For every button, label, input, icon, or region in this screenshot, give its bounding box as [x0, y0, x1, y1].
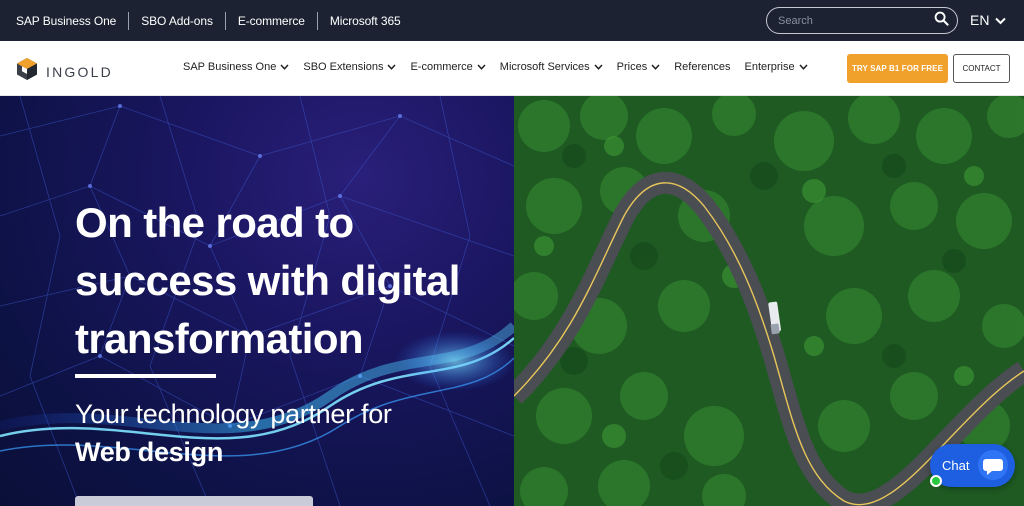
search-input[interactable]: Search: [766, 7, 958, 34]
menu-item-ecommerce[interactable]: E-commerce: [410, 61, 486, 73]
top-divider: [128, 11, 130, 30]
chevron-down-icon: [477, 64, 486, 70]
menu-item-sap-business-one[interactable]: SAP Business One: [183, 61, 289, 73]
toplink-microsoft-365[interactable]: Microsoft 365: [330, 14, 401, 28]
menu-item-label: E-commerce: [410, 61, 473, 73]
menu-item-label: Microsoft Services: [499, 61, 590, 73]
top-utility-bar: SAP Business One SBO Add-ons E-commerce …: [0, 0, 1024, 41]
top-divider: [224, 11, 226, 30]
chevron-down-icon: [651, 64, 660, 70]
headline-divider: [75, 374, 216, 378]
toplink-sap-business-one[interactable]: SAP Business One: [16, 14, 116, 28]
chat-widget-button[interactable]: Chat: [930, 444, 1015, 487]
menu-item-microsoft-services[interactable]: Microsoft Services: [500, 61, 603, 73]
menu-item-label: References: [674, 61, 731, 73]
search-placeholder: Search: [778, 14, 813, 27]
top-links: SAP Business One SBO Add-ons E-commerce …: [0, 0, 401, 41]
hero-headline: On the road to success with digital tran…: [75, 199, 460, 362]
chevron-down-icon: [280, 64, 289, 70]
menu-item-prices[interactable]: Prices: [617, 61, 661, 73]
chevron-down-icon: [387, 64, 397, 70]
language-label: EN: [970, 12, 990, 28]
language-selector[interactable]: EN: [970, 12, 1007, 28]
main-navigation: INGOLD SAP Business One SBO Extensions E…: [0, 41, 1024, 96]
toplink-ecommerce[interactable]: E-commerce: [238, 14, 305, 28]
hero-cta-button[interactable]: [75, 496, 313, 506]
toplink-sbo-addons[interactable]: SBO Add-ons: [141, 14, 213, 28]
main-menu: SAP Business One SBO Extensions E-commer…: [183, 61, 808, 73]
top-divider: [316, 11, 318, 30]
chat-bubble-icon: [977, 449, 1009, 486]
menu-item-label: SAP Business One: [183, 61, 277, 73]
ingold-logo-icon: [16, 57, 38, 86]
hero-subline: Your technology partner for: [75, 399, 392, 429]
menu-item-sbo-extensions[interactable]: SBO Extensions: [303, 61, 397, 73]
chat-label: Chat: [942, 458, 970, 473]
menu-item-references[interactable]: References: [674, 61, 730, 73]
menu-item-label: SBO Extensions: [303, 61, 384, 73]
logo-text: INGOLD: [46, 63, 113, 80]
hero-section: On the road to success with digital tran…: [0, 96, 1024, 506]
menu-item-label: Prices: [616, 61, 648, 73]
contact-button[interactable]: CONTACT: [953, 54, 1010, 83]
chevron-down-icon: [995, 12, 1007, 28]
menu-item-enterprise[interactable]: Enterprise: [744, 61, 808, 73]
search-icon[interactable]: [934, 11, 949, 31]
hero-subline-highlight: Web design: [75, 437, 224, 467]
online-status-indicator: [930, 475, 942, 487]
chevron-down-icon: [799, 64, 808, 70]
try-sap-b1-button[interactable]: TRY SAP B1 FOR FREE: [847, 54, 948, 83]
menu-item-label: Enterprise: [744, 61, 795, 73]
logo[interactable]: INGOLD: [16, 57, 113, 86]
chevron-down-icon: [594, 64, 603, 70]
